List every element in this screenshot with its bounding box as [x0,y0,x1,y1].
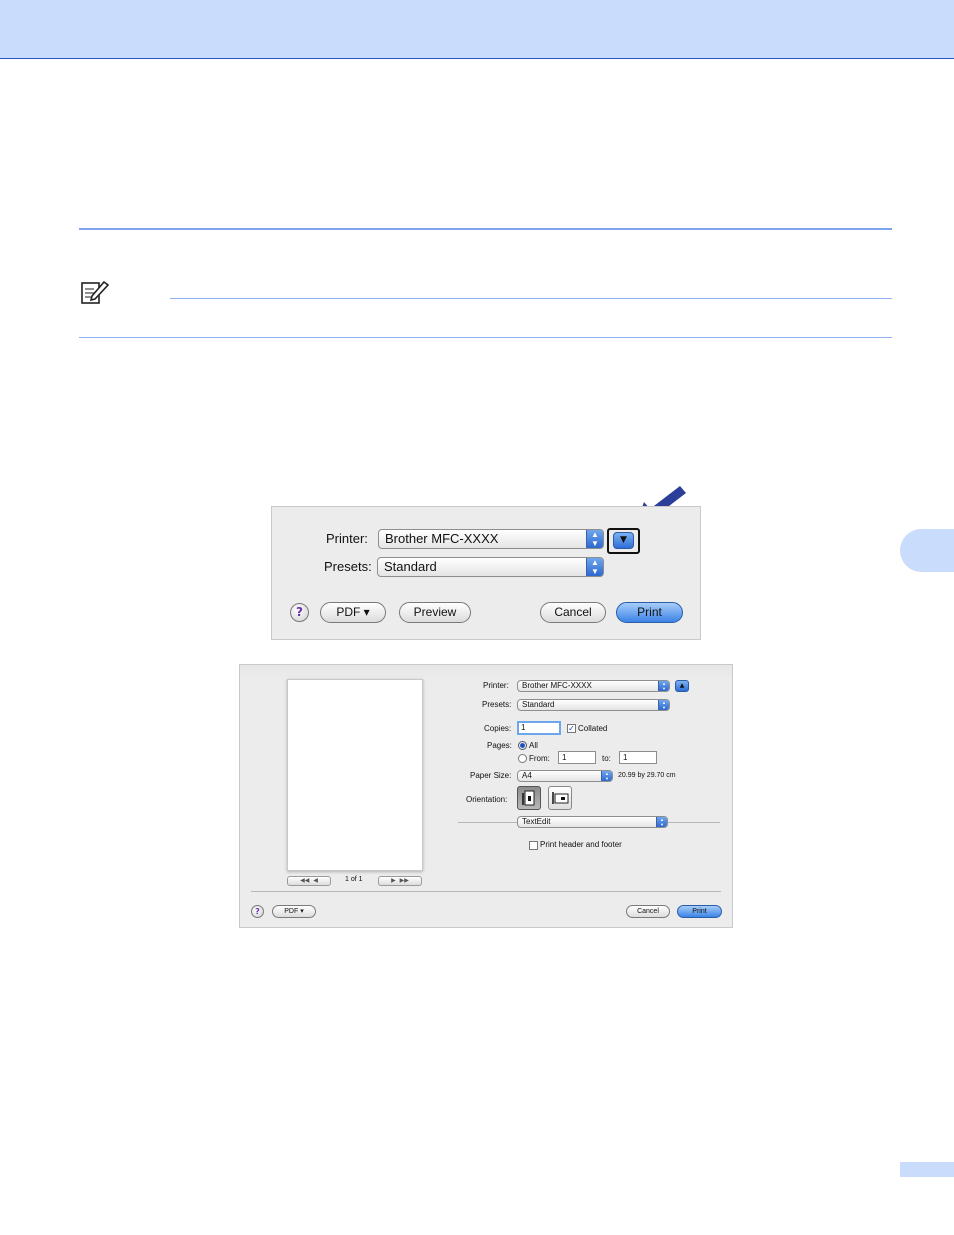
stepper-icon: ▲ ▼ [658,700,669,710]
all-label: All [529,741,538,750]
page-number-tab [900,1162,954,1177]
first-prev-page-buttons[interactable]: ◀◀ ◀ [287,876,331,886]
cancel-button[interactable]: Cancel [540,602,606,623]
printer-label: Printer: [326,531,368,546]
copies-input[interactable]: 1 [517,721,561,735]
toolbar-ghost [240,665,732,679]
chapter-tab [900,529,954,572]
section-rule-bottom [79,337,892,338]
all-radio[interactable] [518,741,527,750]
print-dialog-expanded: ◀◀ ◀ 1 of 1 ▶ ▶▶ Printer: Brother MFC-XX… [239,664,733,928]
collapse-button[interactable]: ▲ [675,680,689,692]
presets-label: Presets: [324,559,372,574]
page-counter: 1 of 1 [345,876,363,883]
page-preview [287,679,423,871]
expand-button[interactable]: ▼ [613,532,634,549]
help-button[interactable]: ? [290,603,309,622]
print-button[interactable]: Print [616,602,683,623]
presets-popup[interactable]: Standard ▲ ▼ [377,557,604,577]
landscape-button[interactable] [548,786,572,810]
stepper-icon: ▲ ▼ [601,771,612,781]
from-label: From: [529,754,550,763]
from-input[interactable]: 1 [558,751,596,764]
preview-button[interactable]: Preview [399,602,471,623]
stepper-icon: ▲ ▼ [656,817,667,827]
section-popup[interactable]: TextEdit ▲ ▼ [517,816,668,828]
presets-label: Presets: [482,700,512,709]
to-label: to: [602,754,611,763]
printer-popup[interactable]: Brother MFC-XXXX ▲ ▼ [378,529,604,549]
printer-label: Printer: [483,681,509,690]
paper-dimensions: 20.99 by 29.70 cm [618,772,676,779]
printer-value: Brother MFC-XXXX [385,531,499,546]
printer-popup[interactable]: Brother MFC-XXXX ▲ ▼ [517,680,670,692]
printer-value: Brother MFC-XXXX [522,681,592,690]
orientation-label: Orientation: [466,795,508,804]
portrait-button[interactable] [517,786,541,810]
portrait-icon [522,790,535,806]
header-band [0,0,954,59]
paper-size-value: A4 [522,771,532,780]
print-dialog-collapsed: Printer: Brother MFC-XXXX ▲ ▼ Presets: St… [271,506,701,640]
collated-checkbox[interactable]: ✓ [567,724,576,733]
note-rule [170,298,892,299]
from-radio[interactable] [518,754,527,763]
stepper-icon: ▲ ▼ [658,681,669,691]
section-value: TextEdit [522,817,551,826]
stepper-icon: ▲ ▼ [586,530,603,548]
paper-size-label: Paper Size: [470,771,512,780]
header-footer-checkbox[interactable] [529,841,538,850]
section-rule-top [79,228,892,230]
presets-value: Standard [522,700,555,709]
presets-popup[interactable]: Standard ▲ ▼ [517,699,670,711]
paper-size-popup[interactable]: A4 ▲ ▼ [517,770,613,782]
copies-label: Copies: [484,724,512,733]
presets-value: Standard [384,559,437,574]
header-footer-label: Print header and footer [540,840,622,849]
cancel-button[interactable]: Cancel [626,905,670,918]
bottom-divider [251,891,721,892]
to-input[interactable]: 1 [619,751,657,764]
pdf-button[interactable]: PDF ▾ [320,602,386,623]
next-last-page-buttons[interactable]: ▶ ▶▶ [378,876,422,886]
note-icon [80,280,110,306]
pdf-button[interactable]: PDF ▾ [272,905,316,918]
stepper-icon: ▲ ▼ [586,558,603,576]
collated-label: Collated [578,724,608,733]
help-button[interactable]: ? [251,905,264,918]
landscape-icon [552,792,569,804]
pages-label: Pages: [487,741,512,750]
print-button[interactable]: Print [677,905,722,918]
